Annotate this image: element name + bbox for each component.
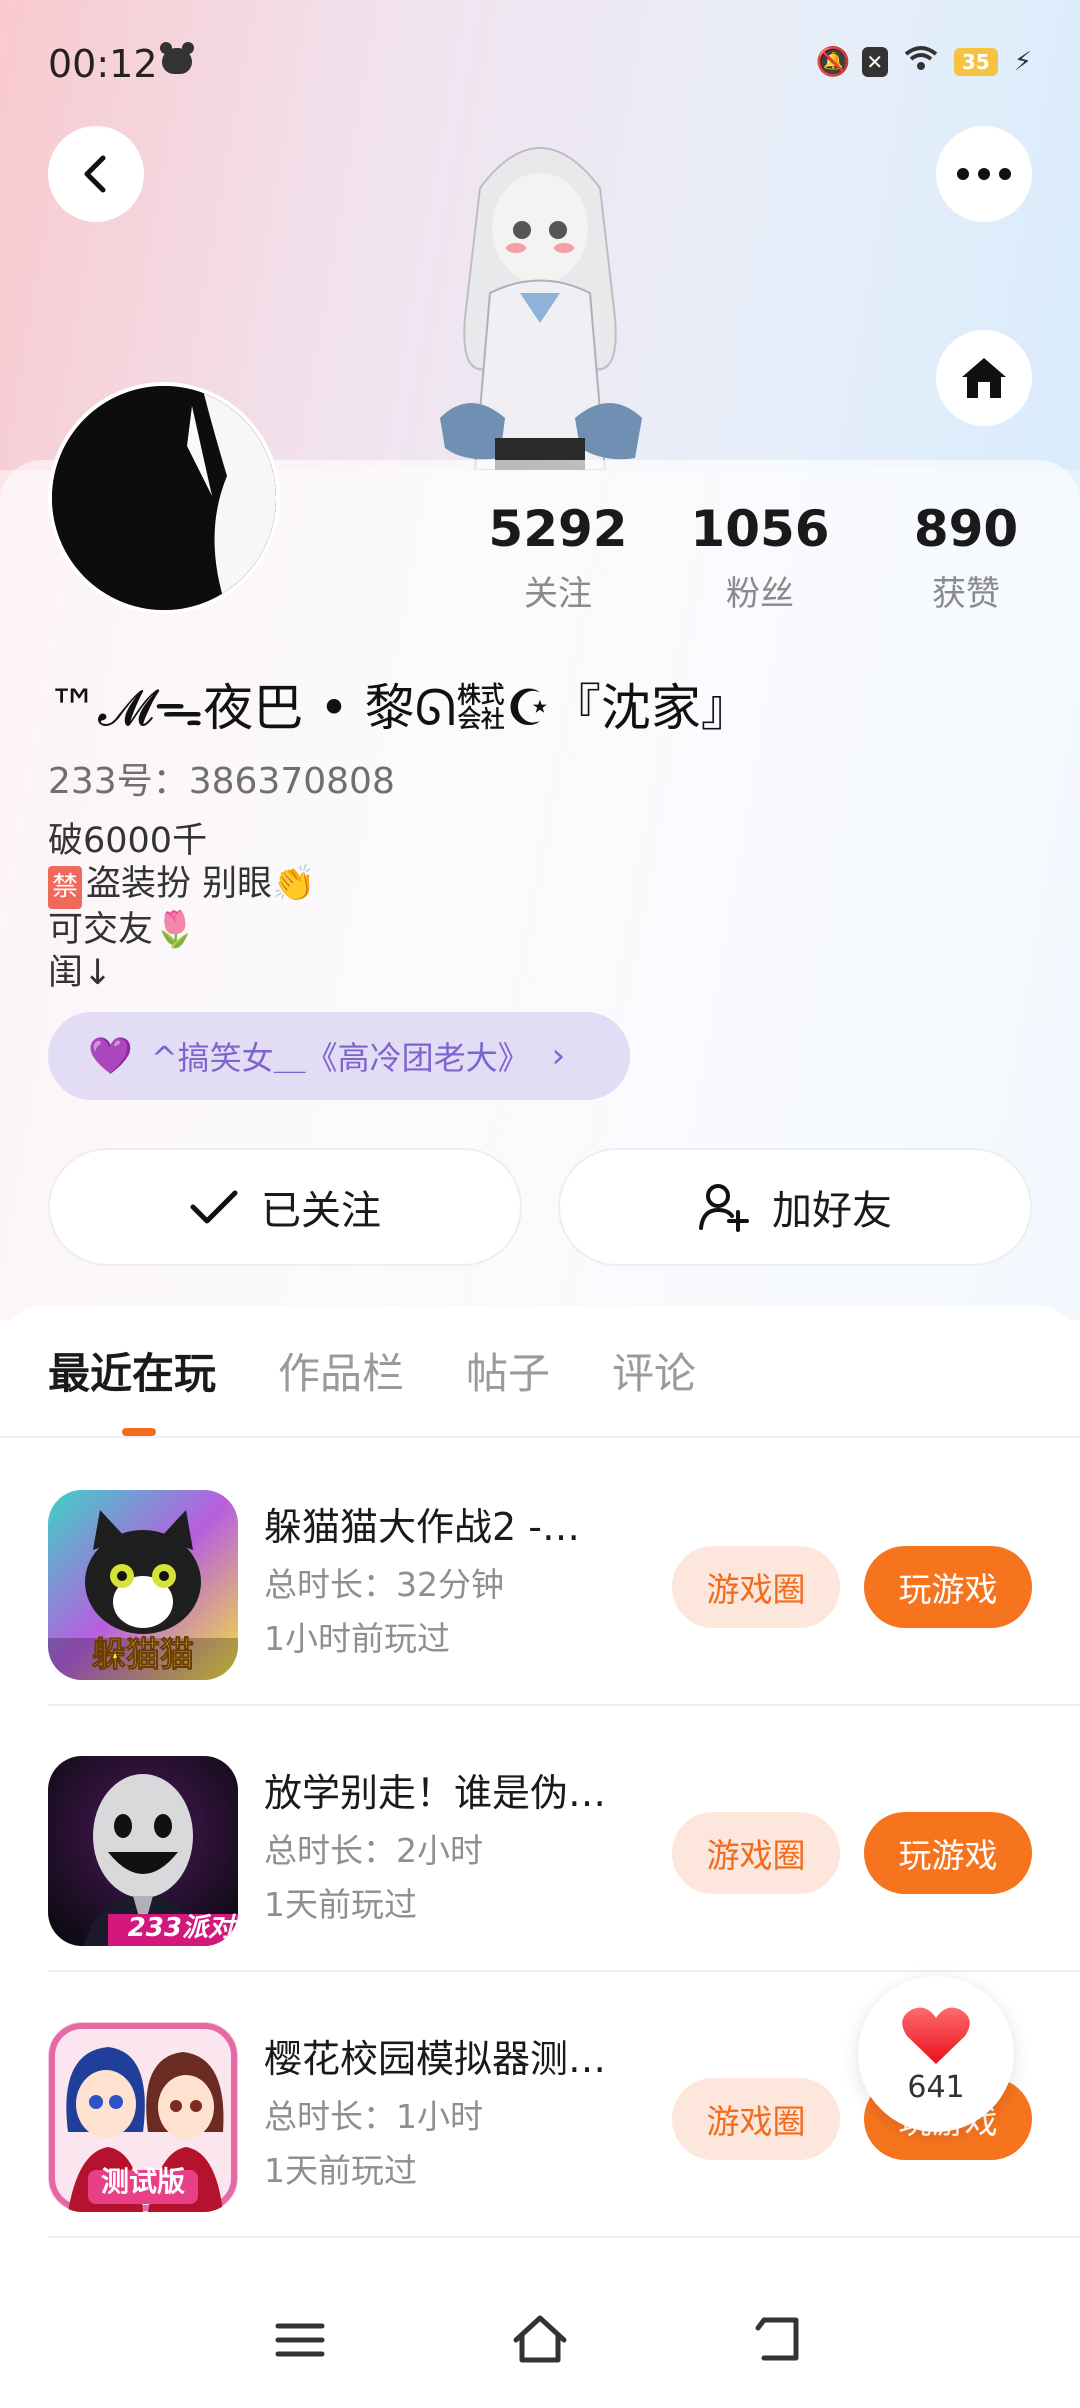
- tab-posts[interactable]: 帖子: [466, 1340, 550, 1401]
- system-nav-bar: [0, 2270, 1080, 2408]
- bio-line-3: 可交友🌷: [48, 910, 197, 950]
- relation-tag-pill[interactable]: 💜 ^搞笑女＿《高冷团老大》 ›: [48, 1012, 630, 1100]
- game-title: 躲猫猫大作战2 -…: [264, 1505, 580, 1549]
- add-friend-label: 加好友: [772, 1188, 892, 1234]
- stat-likes[interactable]: 890 获赞: [876, 500, 1056, 615]
- home-icon: [962, 358, 1006, 398]
- game-icon-sakura-school[interactable]: 测试版: [48, 2022, 238, 2212]
- bio-line-4: 闺↓: [48, 953, 113, 993]
- game-icon-caption: 测试版: [100, 2165, 185, 2198]
- wifi-icon: [904, 44, 938, 80]
- likes-label: 获赞: [932, 574, 1000, 614]
- mute-bell-icon: 🔕: [815, 45, 851, 78]
- system-icons: 🔕 ✕ 35 ⚡: [816, 44, 1032, 80]
- game-last-played: 1天前玩过: [264, 2151, 417, 2190]
- game-icon-caption: 233派对: [127, 1913, 234, 1943]
- game-duration: 总时长：2小时: [264, 1831, 483, 1870]
- ban-badge: 禁: [48, 866, 83, 909]
- add-user-icon: [699, 1184, 749, 1232]
- stat-following[interactable]: 5292 关注: [468, 500, 648, 615]
- more-dots-icon: [957, 168, 1011, 180]
- status-bar: 00:12 🔕 ✕ 35 ⚡: [0, 0, 1080, 126]
- home-button[interactable]: [936, 330, 1032, 426]
- followers-count: 1056: [690, 500, 830, 558]
- game-title: 樱花校园模拟器测…: [264, 2037, 607, 2081]
- username: ™𝓜ᯓ夜巴 • 黎ᘏ㍿☪『沈家』: [48, 679, 751, 737]
- tab-comments[interactable]: 评论: [612, 1340, 696, 1401]
- active-tab-indicator: [122, 1428, 156, 1436]
- followed-label: 已关注: [261, 1188, 381, 1234]
- avatar[interactable]: [48, 382, 280, 614]
- game-row[interactable]: 233派对 放学别走！谁是伪… 总时长：2小时 1天前玩过 游戏圈 玩游戏: [0, 1706, 1080, 1972]
- heart-icon: [902, 2007, 970, 2064]
- like-floating-button[interactable]: 641: [858, 1976, 1014, 2132]
- back-button[interactable]: [48, 126, 144, 222]
- game-circle-button[interactable]: 游戏圈: [672, 2078, 840, 2160]
- bio: 破6000千 禁盗装扮 别眼👏 可交友🌷 闺↓: [48, 820, 316, 995]
- profile-tabs: 最近在玩 作品栏 帖子 评论: [48, 1340, 696, 1401]
- game-circle-button[interactable]: 游戏圈: [672, 1812, 840, 1894]
- bio-line-2-text: 盗装扮 别眼👏: [86, 864, 316, 904]
- row-divider: [48, 2236, 1080, 2238]
- relation-tag-label: ^搞笑女＿《高冷团老大》: [150, 1039, 530, 1077]
- game-icon-caption: 躲猫猫: [92, 1635, 195, 1676]
- following-count: 5292: [488, 500, 628, 558]
- menu-icon[interactable]: [270, 2310, 330, 2370]
- check-icon: [190, 1190, 238, 1224]
- game-title: 放学别走！谁是伪…: [264, 1771, 607, 1815]
- profile-character-avatar[interactable]: [420, 118, 660, 471]
- double-heart-icon: 💜: [88, 1036, 133, 1077]
- following-label: 关注: [524, 574, 592, 614]
- game-circle-button[interactable]: 游戏圈: [672, 1546, 840, 1628]
- like-count: 641: [907, 2069, 965, 2105]
- game-duration: 总时长：32分钟: [264, 1565, 504, 1604]
- chevron-right-icon: ›: [551, 1036, 566, 1076]
- tab-works[interactable]: 作品栏: [278, 1340, 404, 1401]
- chevron-left-icon: [84, 155, 106, 193]
- battery-icon: 35: [953, 48, 998, 76]
- notification-x-icon: ✕: [861, 47, 888, 77]
- add-friend-button[interactable]: 加好友: [558, 1148, 1032, 1266]
- game-icon-hide-and-seek[interactable]: 躲猫猫: [48, 1490, 238, 1680]
- bear-icon: [160, 42, 194, 74]
- status-time: 00:12: [48, 42, 158, 86]
- followers-label: 粉丝: [726, 574, 794, 614]
- game-duration: 总时长：1小时: [264, 2097, 483, 2136]
- likes-count: 890: [913, 500, 1019, 558]
- game-last-played: 1小时前玩过: [264, 1619, 450, 1658]
- game-last-played: 1天前玩过: [264, 1885, 417, 1924]
- play-game-button[interactable]: 玩游戏: [864, 1812, 1032, 1894]
- game-row[interactable]: 躲猫猫 躲猫猫大作战2 -… 总时长：32分钟 1小时前玩过 游戏圈 玩游戏: [0, 1440, 1080, 1706]
- home-nav-icon[interactable]: [510, 2310, 570, 2370]
- game-icon-dont-leave-school[interactable]: 233派对: [48, 1756, 238, 1946]
- tab-recently-played[interactable]: 最近在玩: [48, 1340, 216, 1401]
- tab-divider: [0, 1436, 1080, 1438]
- user-id: 233号：386370808: [48, 761, 395, 802]
- play-game-button[interactable]: 玩游戏: [864, 1546, 1032, 1628]
- back-nav-icon[interactable]: [750, 2310, 810, 2370]
- bio-line-1: 破6000千: [48, 821, 208, 861]
- more-button[interactable]: [936, 126, 1032, 222]
- bio-line-2: 禁盗装扮 别眼👏: [48, 863, 316, 909]
- charging-bolt-icon: ⚡: [1013, 47, 1032, 77]
- stat-followers[interactable]: 1056 粉丝: [670, 500, 850, 615]
- followed-button[interactable]: 已关注: [48, 1148, 522, 1266]
